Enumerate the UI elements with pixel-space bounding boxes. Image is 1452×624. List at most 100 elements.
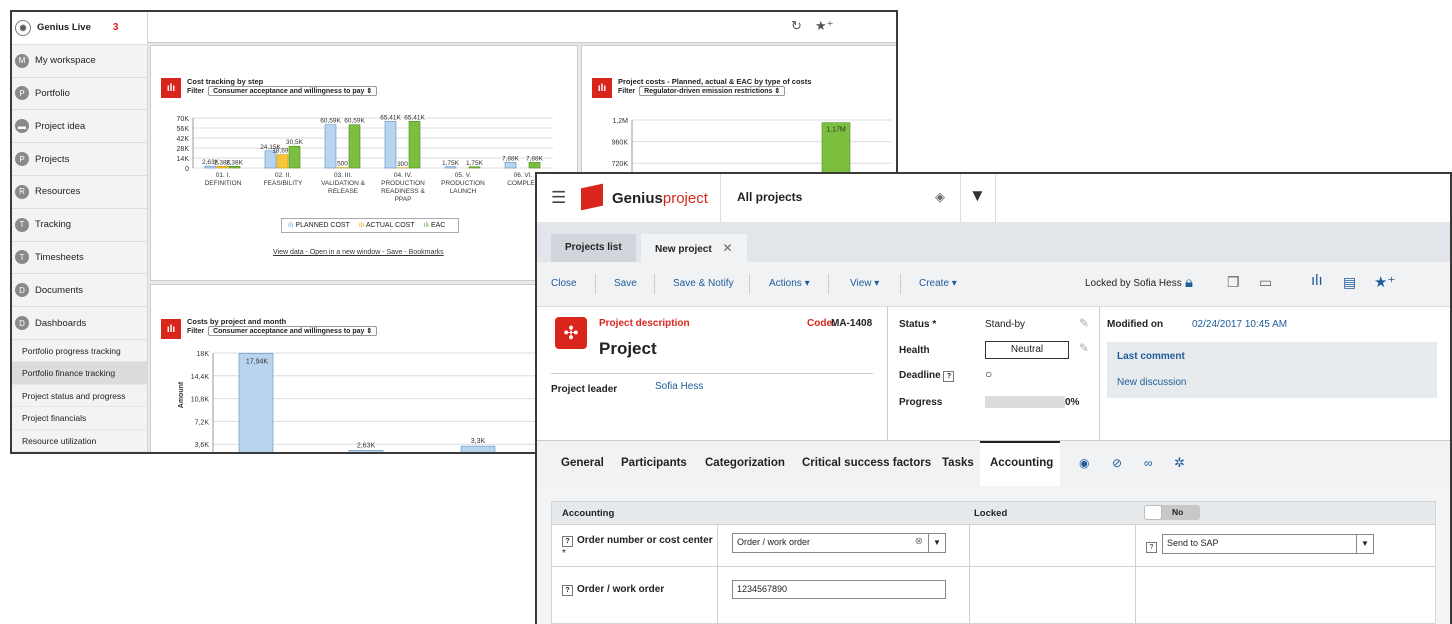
dashboard-link[interactable]: Project financials (12, 407, 147, 430)
sidebar-item-timesheets[interactable]: TTimesheets (12, 242, 147, 275)
create-menu[interactable]: Create ▾ (919, 278, 957, 289)
tab-general[interactable]: General (561, 457, 604, 469)
attachment-icon[interactable]: ⊘ (1112, 456, 1122, 470)
view-menu[interactable]: View ▾ (850, 278, 879, 289)
lock-icon[interactable]: 🔒︎ (1185, 274, 1193, 291)
tab-tasks[interactable]: Tasks (942, 457, 974, 469)
tab-accounting-active[interactable]: Accounting (980, 441, 1060, 489)
sidebar-item-project-idea[interactable]: ▬Project idea (12, 110, 147, 143)
tab-bar: Projects list New project ✕ (537, 222, 1450, 262)
copy-icon[interactable]: ❐ (1227, 274, 1240, 291)
sidebar-item-tracking[interactable]: TTracking (12, 209, 147, 242)
actions-menu[interactable]: Actions ▾ (769, 278, 810, 289)
letter-icon: D (15, 283, 29, 297)
divider (1099, 307, 1100, 440)
filter-label: Filter (618, 88, 635, 95)
filter-icon[interactable]: ▼ (969, 186, 986, 206)
add-favorite-icon[interactable]: ★⁺ (1374, 273, 1395, 291)
dashboard-link[interactable]: Project status and progress (12, 385, 147, 408)
tab-new-project[interactable]: New project ✕ (641, 234, 747, 262)
tag-icon[interactable]: ◈ (935, 189, 945, 205)
help-icon[interactable]: ? (943, 371, 954, 382)
filter-select[interactable]: Regulator-driven emission restrictions ⇕ (639, 86, 785, 96)
save-notify-button[interactable]: Save & Notify (673, 278, 734, 289)
letter-icon: T (15, 218, 29, 232)
chart-icon[interactable]: ılı (1311, 272, 1323, 289)
hamburger-menu-icon[interactable]: ☰ (551, 188, 566, 208)
required-marker: * (562, 548, 566, 559)
sidebar-item-resources[interactable]: RResources (12, 176, 147, 209)
data-label: 7,88K (526, 155, 544, 162)
letter-icon: P (15, 86, 29, 100)
filter-select[interactable]: Consumer acceptance and willingness to p… (208, 86, 377, 96)
close-button[interactable]: Close (551, 278, 577, 289)
filter-select[interactable]: Consumer acceptance and willingness to p… (208, 326, 377, 336)
panel-links[interactable]: View data - Open in a new window - Save … (273, 249, 444, 256)
add-favorite-icon[interactable]: ★⁺ (815, 18, 834, 34)
bar (229, 166, 240, 168)
sidebar-item-projects[interactable]: PProjects (12, 143, 147, 176)
edit-pencil-icon[interactable]: ✎ (1079, 316, 1089, 330)
last-comment-link[interactable]: Last comment (1117, 351, 1185, 362)
sidebar-item-dashboards[interactable]: DDashboards (12, 307, 147, 340)
sidebar-item-my-workspace[interactable]: MMy workspace (12, 45, 147, 78)
sidebar-item-portfolio[interactable]: PPortfolio (12, 78, 147, 111)
filter-label: Filter (187, 88, 204, 95)
dashboard-topbar: ↻ ★⁺ (148, 12, 896, 43)
print-icon[interactable]: ▤ (1343, 274, 1356, 291)
gear-icon[interactable]: ✲ (1174, 455, 1185, 471)
brand-name: Geniusproject (612, 190, 708, 207)
x-tick-label: 06. VI. (514, 172, 533, 179)
y-tick-label: 42K (177, 136, 190, 143)
x-tick-label: PRODUCTION (381, 180, 425, 187)
legend-planned: ılı PLANNED COST (288, 222, 350, 229)
link-icon[interactable]: ∞ (1144, 456, 1153, 470)
refresh-icon[interactable]: ↻ (791, 18, 802, 34)
close-tab-icon[interactable]: ✕ (722, 241, 732, 255)
dashboard-link[interactable]: Portfolio progress tracking (12, 340, 147, 363)
dropdown-arrow-icon[interactable]: ▼ (928, 534, 945, 552)
dashboard-link-selected[interactable]: Portfolio finance tracking (12, 362, 147, 385)
tab-critical-success-factors[interactable]: Critical success factors (802, 457, 931, 469)
x-tick-label: 04. IV. (394, 172, 412, 179)
leader-link[interactable]: Sofia Hess (655, 381, 703, 392)
y-tick-label: 14K (177, 156, 190, 163)
tab-projects-list[interactable]: Projects list (551, 234, 636, 262)
data-label: 65,41K (404, 114, 425, 121)
order-number-select[interactable]: Order / work order ⊗ ▼ (732, 533, 946, 553)
data-label: 3,3K (471, 438, 486, 445)
sidebar: ◉ Genius Live 3 MMy workspace PPortfolio… (12, 12, 148, 452)
x-tick-label: FEASIBILITY (264, 180, 303, 187)
divider (720, 174, 721, 222)
edit-pencil-icon[interactable]: ✎ (1079, 341, 1089, 355)
dropdown-arrow-icon[interactable]: ▼ (1356, 535, 1373, 553)
divider (552, 566, 1435, 567)
save-button[interactable]: Save (614, 278, 637, 289)
deadline-label: Deadline ? (899, 370, 958, 382)
help-icon[interactable]: ? (1146, 536, 1161, 554)
card-icon[interactable]: ▭ (1259, 274, 1272, 291)
deadline-radio[interactable]: ○ (985, 367, 992, 381)
accounting-section: Accounting Locked No ?Order number or co… (537, 486, 1450, 624)
broadcast-icon[interactable]: ◉ (1079, 456, 1089, 470)
status-label: Status * (899, 319, 936, 330)
sidebar-item-genius-live[interactable]: ◉ Genius Live 3 (12, 12, 147, 45)
work-order-input[interactable]: 1234567890 (732, 580, 946, 599)
data-label: 17,94K (246, 358, 269, 365)
tab-participants[interactable]: Participants (621, 457, 687, 469)
new-discussion-link[interactable]: New discussion (1117, 377, 1186, 388)
tab-categorization[interactable]: Categorization (705, 457, 785, 469)
bar (385, 121, 396, 168)
locked-toggle[interactable]: No (1144, 505, 1200, 520)
help-icon[interactable]: ? (562, 536, 573, 547)
send-to-sap-select[interactable]: Send to SAP ▼ (1162, 534, 1374, 554)
chart-icon: ılı (161, 78, 181, 98)
clear-icon[interactable]: ⊗ (915, 536, 923, 547)
sidebar-item-documents[interactable]: DDocuments (12, 274, 147, 307)
bar (529, 162, 540, 168)
dashboard-link[interactable]: Resource utilization (12, 430, 147, 453)
help-icon[interactable]: ? (562, 585, 573, 596)
y-tick-label: 10,8K (191, 397, 210, 404)
bar (277, 155, 288, 168)
data-label: 7,88K (502, 155, 520, 162)
